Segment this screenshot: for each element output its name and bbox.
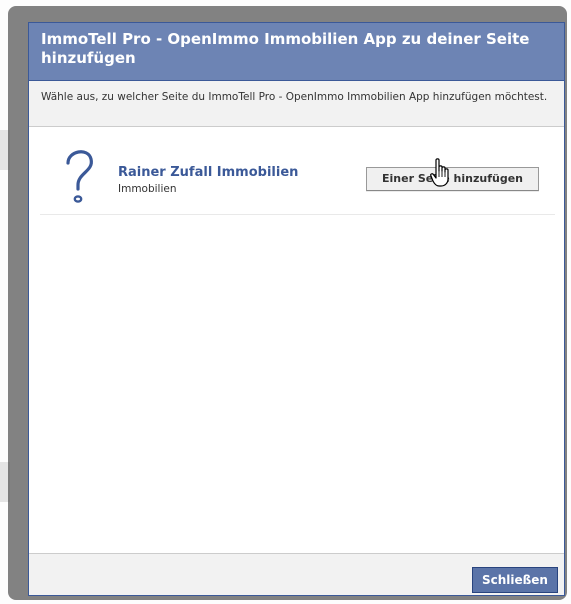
- instruction-text: Wähle aus, zu welcher Seite du ImmoTell …: [41, 91, 548, 103]
- dialog-footer: Schließen: [29, 553, 564, 595]
- question-mark-icon: [66, 150, 93, 203]
- add-app-dialog: ImmoTell Pro - OpenImmo Immobilien App z…: [28, 22, 565, 596]
- dialog-title: ImmoTell Pro - OpenImmo Immobilien App z…: [41, 30, 530, 67]
- close-button[interactable]: Schließen: [472, 567, 558, 593]
- dialog-header: ImmoTell Pro - OpenImmo Immobilien App z…: [29, 23, 564, 81]
- dialog-overlay: ImmoTell Pro - OpenImmo Immobilien App z…: [8, 6, 567, 600]
- page-category: Immobilien: [118, 183, 177, 195]
- hand-pointer-icon: [430, 158, 449, 187]
- page-name-link[interactable]: Rainer Zufall Immobilien: [118, 165, 298, 180]
- page-row: Rainer Zufall Immobilien Immobilien Eine…: [40, 141, 555, 215]
- dialog-subheader: Wähle aus, zu welcher Seite du ImmoTell …: [29, 81, 564, 127]
